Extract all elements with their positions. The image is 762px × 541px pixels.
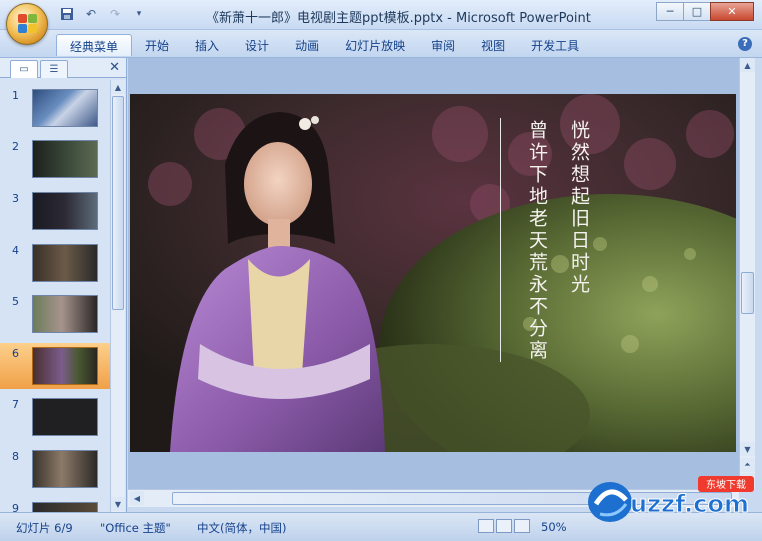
slide-preview xyxy=(32,450,98,488)
scroll-left-icon[interactable]: ◀ xyxy=(130,491,144,505)
normal-view-icon[interactable] xyxy=(478,519,494,533)
slide-preview xyxy=(32,295,98,333)
current-slide[interactable]: 恍然想起旧日时光 曾许下地老天荒永不分离 xyxy=(130,94,736,452)
scroll-thumb[interactable] xyxy=(112,96,124,310)
slide-number: 6 xyxy=(12,347,19,360)
scroll-down-icon[interactable]: ▼ xyxy=(111,497,125,511)
tab-view[interactable]: 视图 xyxy=(468,34,518,56)
tab-developer[interactable]: 开发工具 xyxy=(518,34,592,56)
slide-thumbnail-7[interactable]: 7 xyxy=(0,394,110,440)
uzzf-watermark-logo: uzzf.com 东坡下载 xyxy=(586,474,758,526)
slide-preview xyxy=(32,398,98,436)
scroll-up-icon[interactable]: ▲ xyxy=(111,80,125,94)
ribbon-tabs: 经典菜单 开始 插入 设计 动画 幻灯片放映 审阅 视图 开发工具 xyxy=(56,34,592,56)
zoom-level[interactable]: 50% xyxy=(541,520,567,534)
previous-slide-icon[interactable]: ⏶ xyxy=(740,458,755,472)
slide-preview xyxy=(32,89,98,127)
watermark-text: uzzf.com xyxy=(630,490,749,518)
slide-thumbnail-3[interactable]: 3 xyxy=(0,188,110,234)
panel-close-icon[interactable]: ✕ xyxy=(109,60,120,75)
slide-thumbnail-2[interactable]: 2 xyxy=(0,136,110,182)
slide-thumbnail-8[interactable]: 8 xyxy=(0,446,110,492)
redo-icon[interactable]: ↷ xyxy=(106,6,124,22)
slide-editor: 恍然想起旧日时光 曾许下地老天荒永不分离 xyxy=(128,58,739,489)
language-indicator[interactable]: 中文(简体，中国) xyxy=(197,520,286,536)
ribbon: 经典菜单 开始 插入 设计 动画 幻灯片放映 审阅 视图 开发工具 ? xyxy=(0,30,762,58)
slide-number: 9 xyxy=(12,502,19,512)
panel-tabs: ▭ ☰ ✕ xyxy=(0,58,126,78)
tab-animation[interactable]: 动画 xyxy=(282,34,332,56)
tab-home[interactable]: 开始 xyxy=(132,34,182,56)
slide-number: 3 xyxy=(12,192,19,205)
tab-slideshow[interactable]: 幻灯片放映 xyxy=(332,34,418,56)
slide-background-photo xyxy=(130,94,736,452)
close-button[interactable]: ✕ xyxy=(710,2,754,21)
slide-preview xyxy=(32,192,98,230)
slide-preview xyxy=(32,347,98,385)
slide-thumbnails: 1 2 3 4 5 6 7 8 9 xyxy=(0,80,110,512)
window-controls: ─ □ ✕ xyxy=(656,2,754,21)
slides-tab-icon[interactable]: ▭ xyxy=(10,60,38,78)
slide-vertical-scrollbar[interactable]: ▲ ▼ ⏶ ⏷ xyxy=(739,58,755,489)
slide-thumbnail-6[interactable]: 6 xyxy=(0,343,110,389)
slide-preview xyxy=(32,502,98,512)
customize-icon[interactable]: ▾ xyxy=(130,6,148,22)
slide-thumbnail-5[interactable]: 5 xyxy=(0,291,110,337)
slide-sorter-view-icon[interactable] xyxy=(496,519,512,533)
title-bar: ↶ ↷ ▾ 《新萧十一郎》电视剧主题ppt模板.pptx - Microsoft… xyxy=(0,0,762,30)
slide-number: 8 xyxy=(12,450,19,463)
window-title: 《新萧十一郎》电视剧主题ppt模板.pptx - Microsoft Power… xyxy=(206,11,591,26)
outline-tab-icon[interactable]: ☰ xyxy=(40,60,68,78)
undo-icon[interactable]: ↶ xyxy=(82,6,100,22)
slide-preview xyxy=(32,140,98,178)
watermark-badge: 东坡下载 xyxy=(706,478,746,491)
tab-design[interactable]: 设计 xyxy=(232,34,282,56)
slide-thumbnail-4[interactable]: 4 xyxy=(0,240,110,286)
quick-access-toolbar: ↶ ↷ ▾ xyxy=(58,6,148,22)
poem-line-right[interactable]: 恍然想起旧日时光 xyxy=(566,120,593,296)
save-icon[interactable] xyxy=(58,6,76,22)
divider-line xyxy=(500,118,501,362)
slides-panel: ▭ ☰ ✕ 1 2 3 4 5 6 7 8 9 ▲ ▼ xyxy=(0,58,127,512)
tab-review[interactable]: 审阅 xyxy=(418,34,468,56)
slideshow-view-icon[interactable] xyxy=(514,519,530,533)
slide-thumbnail-9[interactable]: 9 xyxy=(0,498,110,512)
office-button[interactable] xyxy=(6,3,48,45)
slide-number: 2 xyxy=(12,140,19,153)
slide-counter: 幻灯片 6/9 xyxy=(16,521,73,535)
scroll-up-icon[interactable]: ▲ xyxy=(740,58,755,72)
maximize-button[interactable]: □ xyxy=(683,2,711,21)
panel-scrollbar[interactable]: ▲ ▼ xyxy=(110,80,125,512)
tab-classic-menu[interactable]: 经典菜单 xyxy=(56,34,133,56)
minimize-button[interactable]: ─ xyxy=(656,2,684,21)
help-icon[interactable]: ? xyxy=(738,37,752,51)
slide-preview xyxy=(32,244,98,282)
tab-insert[interactable]: 插入 xyxy=(182,34,232,56)
theme-name: "Office 主题" xyxy=(100,521,171,535)
slide-number: 1 xyxy=(12,89,19,102)
scroll-down-icon[interactable]: ▼ xyxy=(740,442,755,456)
slide-thumbnail-1[interactable]: 1 xyxy=(0,85,110,131)
scroll-thumb[interactable] xyxy=(741,272,754,314)
slide-number: 4 xyxy=(12,244,19,257)
office-logo-icon xyxy=(18,14,38,34)
slide-number: 7 xyxy=(12,398,19,411)
slide-number: 5 xyxy=(12,295,19,308)
poem-line-left[interactable]: 曾许下地老天荒永不分离 xyxy=(524,120,551,362)
